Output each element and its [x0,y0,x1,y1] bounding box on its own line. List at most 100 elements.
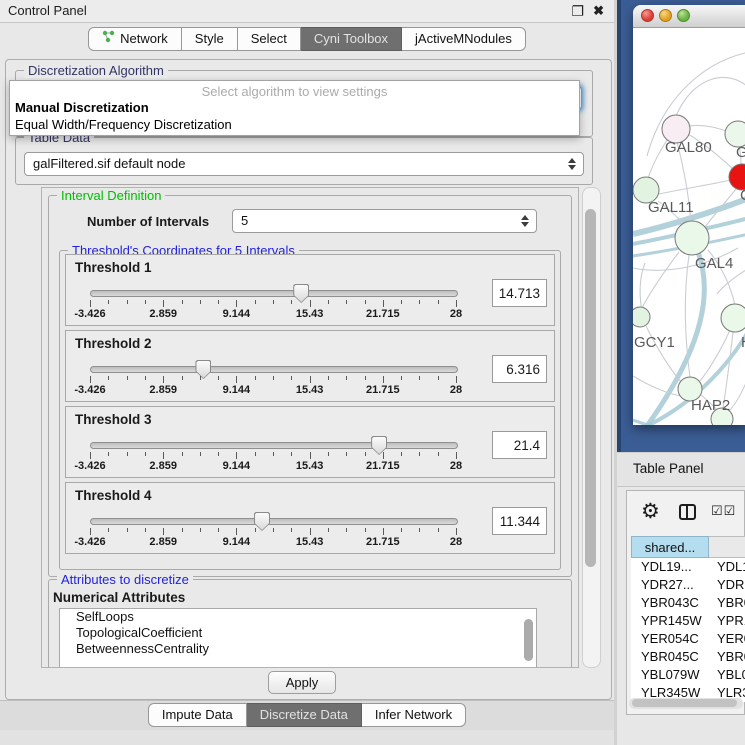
zoom-traffic-light-icon[interactable] [677,9,690,22]
table-horizontal-scrollbar[interactable] [629,698,743,709]
select-columns-icon[interactable]: ☑☑ [711,503,736,519]
tab-select[interactable]: Select [238,27,301,51]
panel-scrollbar-thumb[interactable] [585,209,596,567]
cell-shared-name: YBR045C [631,648,713,666]
threshold-value-field[interactable]: 6.316 [492,355,547,383]
column-header-name[interactable]: name [709,536,745,558]
tab-style[interactable]: Style [182,27,238,51]
table-row[interactable]: YDL19...YDL1 [631,558,745,576]
network-node[interactable] [721,304,745,332]
slider-track[interactable] [90,518,458,525]
close-traffic-light-icon[interactable] [641,9,654,22]
tick-mark [346,376,347,380]
apply-button[interactable]: Apply [268,671,336,694]
slider-track[interactable] [90,442,458,449]
tab-cyni-toolbox[interactable]: Cyni Toolbox [301,27,402,51]
threshold-panel: Threshold 3-3.4262.8599.14415.4321.71528… [65,406,555,478]
network-edge-highlighted[interactable] [633,420,721,425]
table-row[interactable]: YBR043CYBR0 [631,594,745,612]
network-edge[interactable] [659,180,731,194]
threshold-panel: Threshold 2-3.4262.8599.14415.4321.71528… [65,330,555,402]
network-edge[interactable] [676,77,745,116]
network-node[interactable] [633,307,650,327]
tick-label: 28 [450,536,462,548]
tick-mark [346,300,347,304]
attribute-list-item[interactable]: SelfLoops [60,609,536,625]
tick-label: 15.43 [296,384,324,396]
gear-icon[interactable]: ⚙ [641,499,660,524]
table-hscrollbar-thumb[interactable] [632,699,737,707]
tick-mark [255,528,256,532]
network-node-label: C [740,187,745,204]
attribute-list-item[interactable]: TopologicalCoefficient [60,625,536,641]
threshold-value-field[interactable]: 11.344 [492,507,547,535]
tick-label: 9.144 [223,460,251,472]
table-row[interactable]: YDR27...YDR2 [631,576,745,594]
window-bottom-fill [0,730,614,745]
attribute-list-item[interactable]: BetweennessCentrality [60,641,536,657]
tick-label: 28 [450,384,462,396]
numerical-attributes-label: Numerical Attributes [53,590,185,605]
tick-mark [365,452,366,456]
threshold-label: Threshold 3 [75,412,152,427]
number-of-intervals-combobox[interactable]: 5 [232,209,537,233]
table-row[interactable]: YBL079WYBL0 [631,666,745,684]
tick-mark [108,376,109,380]
tab-label: Network [120,28,168,50]
cell-name: YDL1 [713,558,745,576]
threshold-value-field[interactable]: 21.4 [492,431,547,459]
tick-mark [401,528,402,532]
minimize-traffic-light-icon[interactable] [659,9,672,22]
float-window-icon[interactable]: ❐ [571,0,584,22]
tick-mark [401,300,402,304]
slider-ticks [90,376,456,384]
tick-mark [163,376,164,383]
tab-impute-data[interactable]: Impute Data [148,703,247,727]
column-header-shared-name[interactable]: shared... [631,536,709,558]
table-data-combobox[interactable]: galFiltered.sif default node [24,152,584,176]
tick-label: 2.859 [149,460,177,472]
tick-label: 2.859 [149,308,177,320]
thresholds-group: Threshold's Coordinates for 5 Intervals … [59,250,561,570]
table-row[interactable]: YER054CYER0 [631,630,745,648]
network-node[interactable] [675,221,709,255]
tab-discretize-data[interactable]: Discretize Data [247,703,362,727]
slider-track[interactable] [90,366,458,373]
interval-definition-group: Interval Definition Number of Intervals … [48,195,572,577]
number-of-intervals-label: Number of Intervals [87,214,209,229]
tick-mark [218,452,219,456]
tick-mark [163,300,164,307]
tick-mark [200,528,201,532]
tick-mark [236,300,237,307]
panel-vertical-scrollbar[interactable] [582,187,601,668]
network-node-label: H [741,334,745,351]
table-row[interactable]: YPR145WYPR1 [631,612,745,630]
slider-track[interactable] [90,290,458,297]
cell-name: YBL0 [713,666,745,684]
tick-label: 9.144 [223,384,251,396]
network-canvas[interactable]: GAL80GCGAL11GAL4GCY1HHAP2 [633,28,745,425]
bottom-tab-bar: Impute DataDiscretize DataInfer Network [0,703,614,729]
numerical-attributes-list[interactable]: SelfLoopsTopologicalCoefficientBetweenne… [59,608,537,668]
control-panel-window: Control Panel ❐ ✖ NetworkStyleSelectCyni… [0,0,614,745]
tick-mark [438,528,439,532]
tab-jactivemnodules[interactable]: jActiveMNodules [402,27,526,51]
threshold-list: Threshold 1-3.4262.8599.14415.4321.71528… [60,254,560,554]
network-edge[interactable] [689,125,729,132]
popup-item-equal-width[interactable]: Equal Width/Frequency Discretization [15,117,232,132]
tick-mark [218,300,219,304]
tick-mark [383,452,384,459]
popup-item-manual-discretization[interactable]: Manual Discretization [15,100,149,115]
threshold-value-field[interactable]: 14.713 [492,279,547,307]
table-row[interactable]: YBR045CYBR0 [631,648,745,666]
tick-mark [90,376,91,383]
split-columns-icon[interactable] [679,504,696,520]
tab-network[interactable]: Network [88,27,182,51]
tick-mark [291,452,292,456]
close-icon[interactable]: ✖ [593,0,604,22]
tab-infer-network[interactable]: Infer Network [362,703,466,727]
tick-mark [236,376,237,383]
network-graph[interactable]: GAL80GCGAL11GAL4GCY1HHAP2 [633,28,745,425]
network-edge[interactable] [642,252,679,308]
list-scrollbar-thumb[interactable] [524,619,533,661]
